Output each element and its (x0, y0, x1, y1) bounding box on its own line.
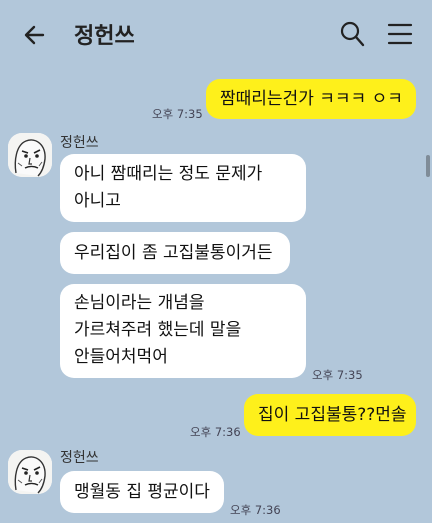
avatar[interactable] (8, 133, 52, 177)
sender-name: 정헌쓰 (60, 450, 99, 466)
their-message-bubble[interactable]: 손님이라는 개념을 가르쳐주려 했는데 말을 안들어처먹어 (60, 284, 306, 378)
menu-button[interactable] (387, 22, 413, 46)
message-time: 오후 7:35 (152, 107, 203, 121)
search-button[interactable] (339, 20, 365, 48)
their-message-bubble[interactable]: 맹월동 집 평균이다 (60, 471, 224, 513)
chat-title: 정헌쓰 (74, 24, 135, 49)
search-icon (340, 21, 365, 47)
arrow-left-icon (24, 25, 45, 45)
back-button[interactable] (22, 22, 48, 48)
my-message-bubble[interactable]: 짬때리는건가 ㅋㅋㅋ ㅇㅋ (206, 79, 416, 119)
avatar-face-image (8, 450, 52, 494)
sender-name: 정헌쓰 (60, 135, 99, 151)
message-time: 오후 7:36 (190, 425, 241, 439)
my-message-bubble[interactable]: 집이 고집불통??먼솔 (244, 394, 416, 436)
their-message-bubble[interactable]: 아니 짬때리는 정도 문제가 아니고 (60, 154, 306, 222)
avatar[interactable] (8, 450, 52, 494)
hamburger-menu-icon (387, 23, 413, 45)
their-message-bubble[interactable]: 우리집이 좀 고집불통이거든 (60, 232, 290, 274)
message-time: 오후 7:36 (230, 503, 281, 517)
scrollbar[interactable] (426, 155, 430, 177)
message-time: 오후 7:35 (312, 368, 363, 382)
chat-header: 정헌쓰 (0, 0, 432, 68)
avatar-face-image (8, 133, 52, 177)
